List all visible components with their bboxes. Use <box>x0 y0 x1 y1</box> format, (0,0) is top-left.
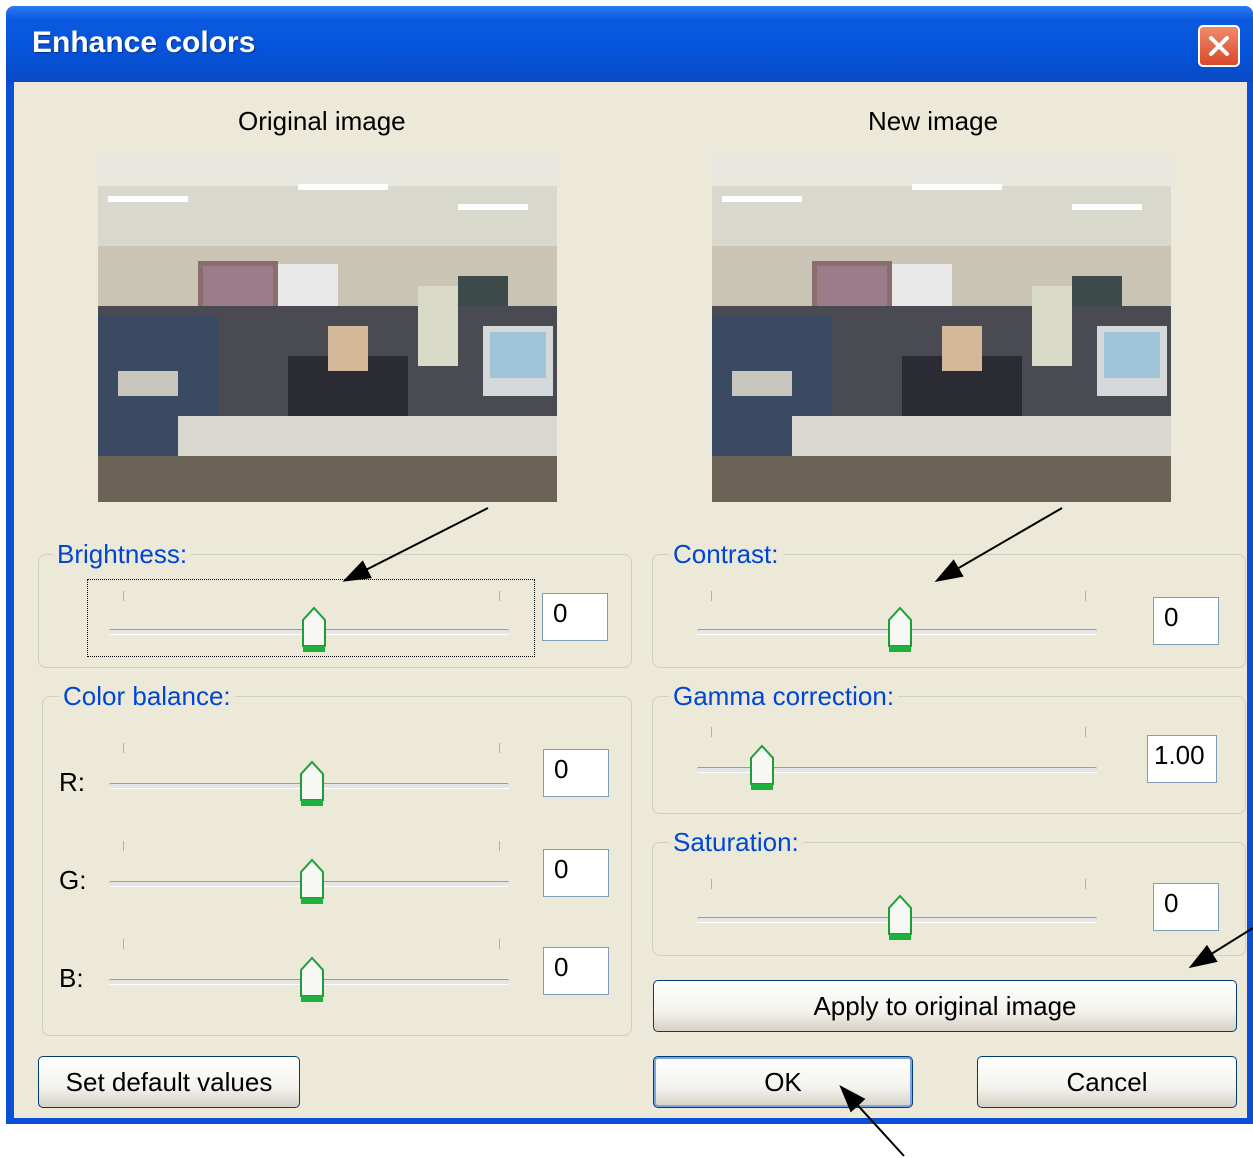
contrast-group: Contrast: 0 <box>652 538 1246 668</box>
saturation-slider-thumb[interactable] <box>887 894 913 942</box>
new-image-preview <box>712 156 1171 502</box>
gamma-correction-group: Gamma correction: 1.00 <box>652 680 1246 814</box>
title-bar[interactable]: Enhance colors <box>6 6 1253 82</box>
gamma-tick-max <box>1085 727 1086 737</box>
b-value-field[interactable]: 0 <box>543 947 609 995</box>
brightness-group: Brightness: 0 <box>38 538 632 668</box>
contrast-slider-thumb[interactable] <box>887 606 913 654</box>
original-image-preview <box>98 156 557 502</box>
g-value-field[interactable]: 0 <box>543 849 609 897</box>
gamma-slider-thumb[interactable] <box>749 744 775 792</box>
contrast-value-field[interactable]: 0 <box>1153 597 1219 645</box>
g-label: G: <box>59 865 87 895</box>
r-label: R: <box>59 767 85 797</box>
r-tick-max <box>499 743 500 753</box>
enhance-colors-dialog: Enhance colors Original image New image <box>6 6 1253 1124</box>
close-icon <box>1209 36 1229 56</box>
g-tick-min <box>123 841 124 851</box>
dialog-body: Original image New image Brightness: 0 C… <box>14 82 1247 1118</box>
gamma-tick-min <box>711 727 712 737</box>
brightness-tick-min <box>123 591 124 601</box>
saturation-tick-min <box>711 879 712 889</box>
new-image-label: New image <box>868 106 999 136</box>
saturation-title: Saturation: <box>669 826 803 858</box>
ok-button[interactable]: OK <box>653 1056 913 1108</box>
saturation-tick-max <box>1085 879 1086 889</box>
b-slider-thumb[interactable] <box>299 956 325 1004</box>
saturation-group: Saturation: 0 <box>652 826 1246 956</box>
r-tick-min <box>123 743 124 753</box>
brightness-value-field[interactable]: 0 <box>542 593 608 641</box>
color-balance-group: Color balance: R: 0 G: 0 B: 0 <box>42 680 632 1036</box>
r-slider-thumb[interactable] <box>299 760 325 808</box>
close-button[interactable] <box>1198 25 1240 67</box>
g-tick-max <box>499 841 500 851</box>
brightness-title: Brightness: <box>53 538 192 570</box>
cancel-button[interactable]: Cancel <box>977 1056 1237 1108</box>
brightness-slider-thumb[interactable] <box>301 606 327 654</box>
set-default-values-button[interactable]: Set default values <box>38 1056 300 1108</box>
b-tick-max <box>499 939 500 949</box>
r-value-field[interactable]: 0 <box>543 749 609 797</box>
contrast-tick-max <box>1085 591 1086 601</box>
g-slider-thumb[interactable] <box>299 858 325 906</box>
b-tick-min <box>123 939 124 949</box>
original-image-label: Original image <box>238 106 406 136</box>
color-balance-title: Color balance: <box>59 680 235 712</box>
b-label: B: <box>59 963 84 993</box>
contrast-tick-min <box>711 591 712 601</box>
brightness-tick-max <box>499 591 500 601</box>
window-title: Enhance colors <box>32 26 256 59</box>
contrast-title: Contrast: <box>669 538 783 570</box>
saturation-value-field[interactable]: 0 <box>1153 883 1219 931</box>
apply-to-original-button[interactable]: Apply to original image <box>653 980 1237 1032</box>
gamma-value-field[interactable]: 1.00 <box>1147 735 1217 783</box>
gamma-correction-title: Gamma correction: <box>669 680 899 712</box>
